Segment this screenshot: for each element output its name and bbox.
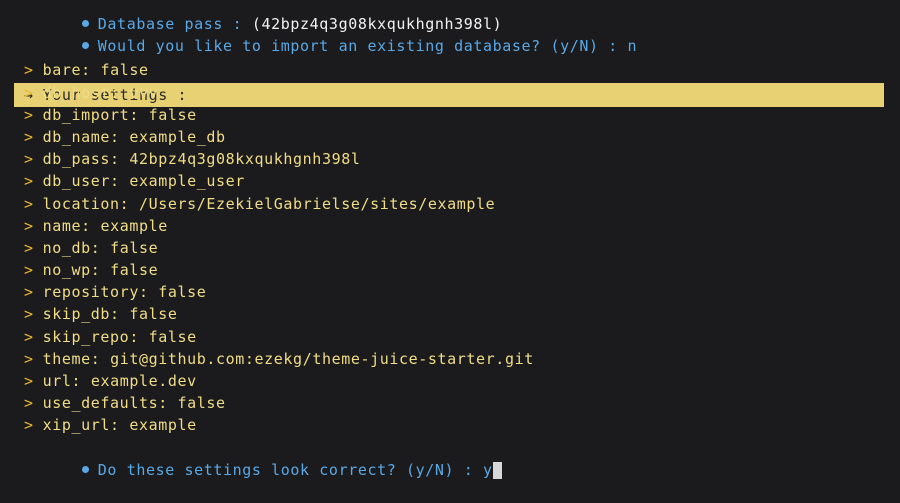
chevron-right-icon: > (24, 239, 34, 257)
setting-row: > location: /Users/EzekielGabrielse/sites… (0, 193, 900, 215)
terminal-window[interactable]: Database pass : (42bpz4q3g08kxqukhgnh398… (0, 0, 900, 500)
setting-value: example (129, 416, 196, 434)
setting-value: example_user (129, 172, 245, 190)
chevron-right-icon: > (24, 106, 34, 124)
terminal-scrollback: Database pass : (42bpz4q3g08kxqukhgnh398… (0, 0, 900, 459)
setting-key: skip_repo: (43, 328, 139, 346)
setting-row: > db_pass: 42bpz4q3g08kxqukhgnh398l (0, 148, 900, 170)
setting-value: /Users/EzekielGabrielse/sites/example (139, 195, 495, 213)
confirm-answer: y (483, 461, 493, 479)
setting-value: example (100, 217, 167, 235)
setting-value: false (110, 239, 158, 257)
setting-row: > xip_url: example (0, 414, 900, 436)
setting-value: false (100, 61, 148, 79)
chevron-right-icon: > (24, 283, 34, 301)
chevron-right-icon: > (24, 217, 34, 235)
chevron-right-icon: > (24, 416, 34, 434)
setting-key: db_user: (43, 172, 120, 190)
db-import-label: Would you like to import an existing dat… (98, 37, 628, 55)
setting-value: 42bpz4q3g08kxqukhgnh398l (129, 150, 360, 168)
db-pass-value: (42bpz4q3g08kxqukhgnh398l) (252, 15, 502, 33)
db-pass-label: Database pass : (98, 15, 252, 33)
chevron-right-icon: > (24, 195, 34, 213)
chevron-right-icon: > (24, 128, 34, 146)
setting-value: false (158, 283, 206, 301)
setting-key: skip_db: (43, 305, 120, 323)
setting-value: example_db (129, 128, 225, 146)
setting-row: > db_name: example_db (0, 126, 900, 148)
setting-value: false (177, 394, 225, 412)
terminal-line-db-pass: Database pass : (42bpz4q3g08kxqukhgnh398… (0, 0, 900, 13)
setting-row: > no_wp: false (0, 259, 900, 281)
block-cursor[interactable] (493, 462, 502, 479)
settings-list: > bare: false > db_host: vvv > db_import: fal… (0, 59, 900, 436)
setting-row: > db_import: false (0, 104, 900, 126)
setting-row: > theme: git@github.com:ezekg/theme-juice… (0, 348, 900, 370)
setting-value: vvv (129, 84, 158, 102)
chevron-right-icon: > (24, 84, 34, 102)
chevron-right-icon: > (24, 350, 34, 368)
setting-key: repository: (43, 283, 149, 301)
setting-row: > skip_db: false (0, 303, 900, 325)
setting-row: > name: example (0, 215, 900, 237)
setting-key: db_pass: (43, 150, 120, 168)
setting-key: xip_url: (43, 416, 120, 434)
setting-key: name: (43, 217, 91, 235)
setting-value: false (149, 328, 197, 346)
setting-key: no_db: (43, 239, 101, 257)
db-import-answer: n (628, 37, 638, 55)
setting-row: > db_user: example_user (0, 170, 900, 192)
setting-row: > db_host: vvv (0, 82, 900, 104)
chevron-right-icon: > (24, 372, 34, 390)
setting-key: db_import: (43, 106, 139, 124)
setting-key: theme: (43, 350, 101, 368)
setting-key: bare: (43, 61, 91, 79)
chevron-right-icon: > (24, 328, 34, 346)
setting-key: db_host: (43, 84, 120, 102)
setting-row: > bare: false (0, 59, 900, 81)
setting-row: > url: example.dev (0, 370, 900, 392)
setting-key: use_defaults: (43, 394, 168, 412)
setting-key: location: (43, 195, 130, 213)
setting-key: no_wp: (43, 261, 101, 279)
terminal-line-confirm: Do these settings look correct? (y/N) : … (0, 437, 900, 459)
setting-row: > skip_repo: false (0, 326, 900, 348)
bullet-icon (82, 42, 89, 49)
setting-row: > use_defaults: false (0, 392, 900, 414)
setting-key: url: (43, 372, 82, 390)
bullet-icon (82, 20, 89, 27)
setting-value: false (149, 106, 197, 124)
setting-value: git@github.com:ezekg/theme-juice-starter… (110, 350, 534, 368)
setting-value: false (110, 261, 158, 279)
bullet-icon (82, 466, 89, 473)
chevron-right-icon: > (24, 172, 34, 190)
setting-row: > no_db: false (0, 237, 900, 259)
chevron-right-icon: > (24, 305, 34, 323)
setting-row: > repository: false (0, 281, 900, 303)
chevron-right-icon: > (24, 150, 34, 168)
chevron-right-icon: > (24, 394, 34, 412)
setting-key: db_name: (43, 128, 120, 146)
chevron-right-icon: > (24, 61, 34, 79)
setting-value: false (129, 305, 177, 323)
chevron-right-icon: > (24, 261, 34, 279)
confirm-label: Do these settings look correct? (y/N) : (98, 461, 483, 479)
setting-value: example.dev (91, 372, 197, 390)
